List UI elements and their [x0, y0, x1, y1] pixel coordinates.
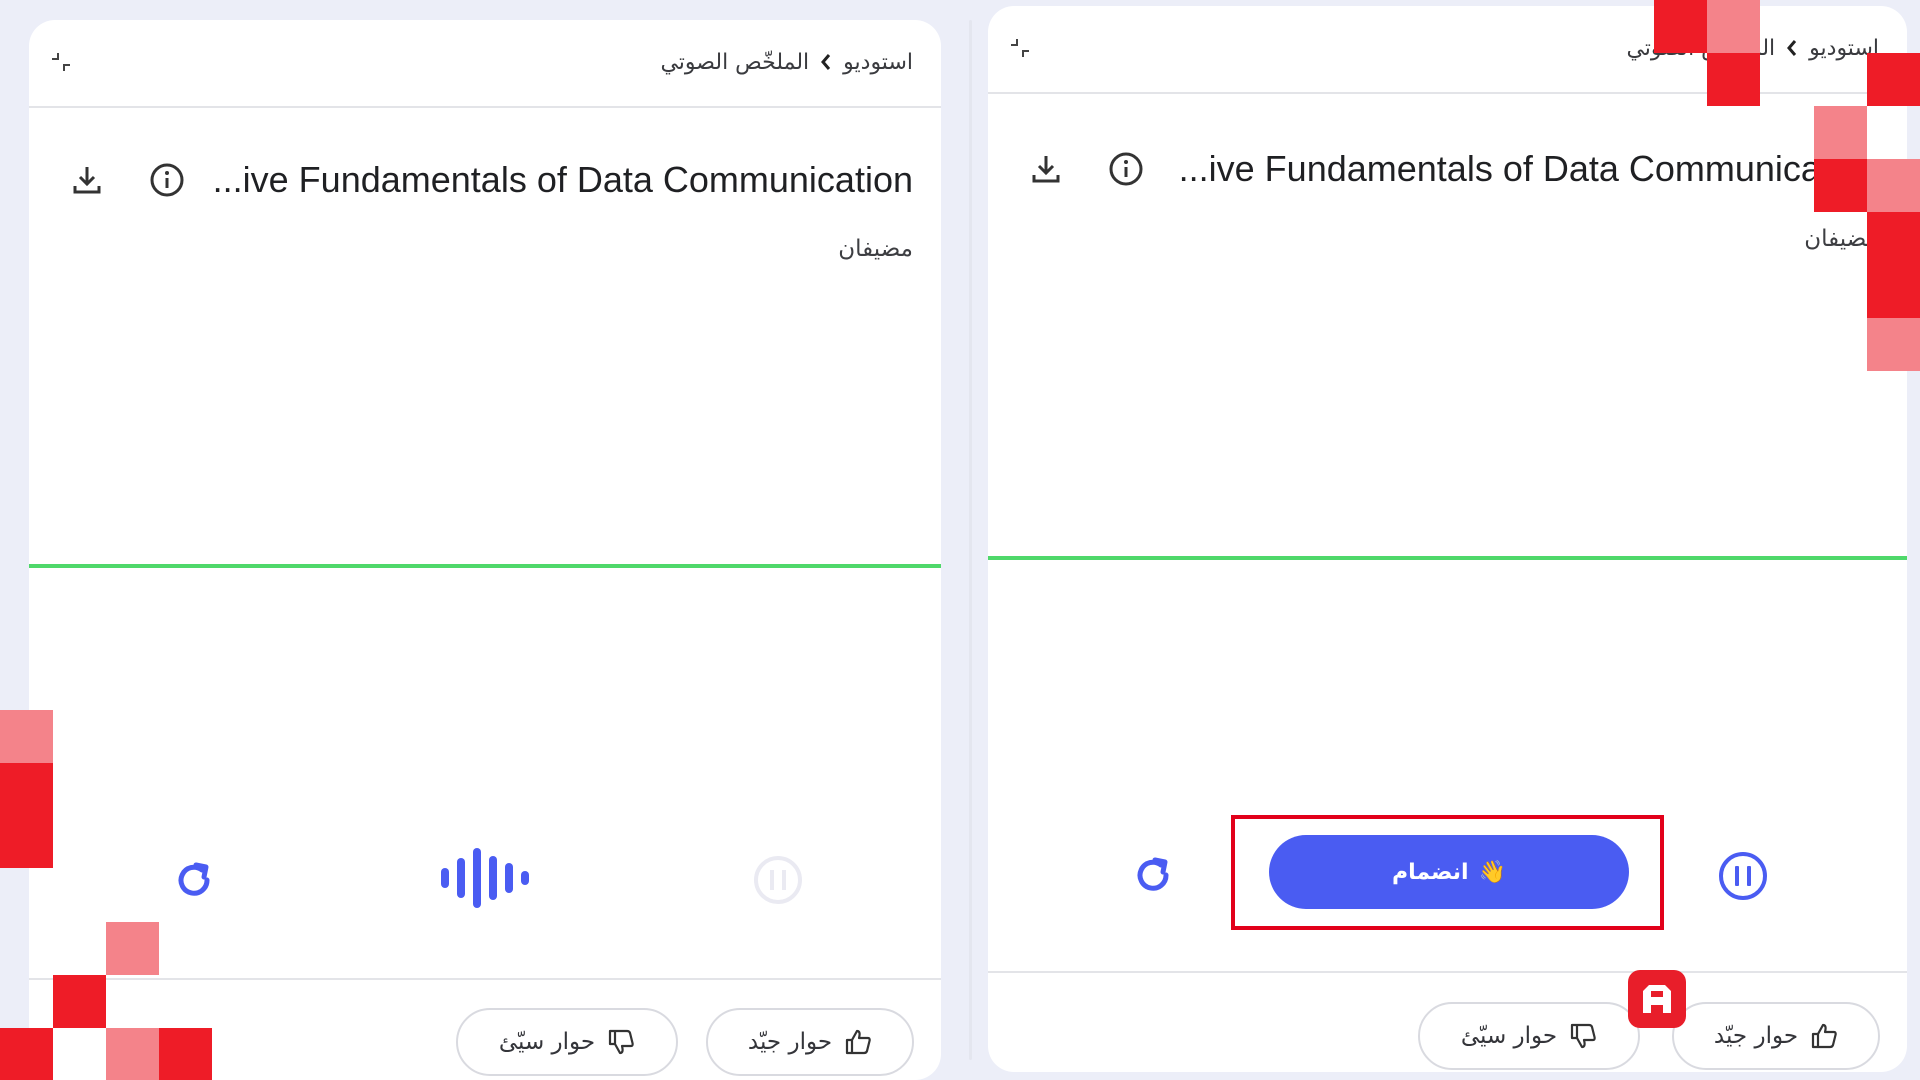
pixel-block: [0, 763, 53, 868]
good-dialogue-label: حوار جيّد: [747, 1029, 833, 1055]
thumbs-up-icon: [1811, 1023, 1837, 1049]
chevron-left-icon: [821, 54, 831, 70]
info-icon[interactable]: [149, 162, 185, 198]
info-icon[interactable]: [1108, 151, 1144, 187]
pixel-block: [1814, 106, 1867, 159]
thumbs-down-icon: [609, 1029, 634, 1055]
pixel-block: [1867, 212, 1920, 318]
bad-dialogue-button[interactable]: حوار سيّئ: [1418, 1002, 1640, 1070]
breadcrumb-root[interactable]: استوديو: [843, 50, 913, 75]
good-dialogue-button[interactable]: حوار جيّد: [1672, 1002, 1880, 1070]
logo-badge: [1628, 970, 1686, 1028]
hosts-label: مضيفان: [838, 236, 913, 262]
notebook-title: ...ive Fundamentals of Data Communicatio…: [212, 159, 913, 200]
audio-waveform: [29, 564, 941, 568]
screenshot-stage: استوديو الملخّص الصوتي ...ive Fundamenta…: [0, 0, 1920, 1080]
highlight-box: [1231, 815, 1664, 930]
good-dialogue-button[interactable]: حوار جيّد: [706, 1008, 914, 1076]
pixel-block: [106, 1028, 159, 1080]
pixel-block: [0, 1028, 53, 1080]
thumbs-down-icon: [1571, 1023, 1596, 1049]
breadcrumb-current: الملخّص الصوتي: [660, 49, 810, 75]
pixel-block: [1707, 53, 1760, 106]
pause-icon[interactable]: [1718, 851, 1768, 901]
pixel-block: [1867, 318, 1920, 371]
notebook-title: ...ive Fundamentals of Data Communicatio…: [1178, 148, 1879, 189]
replay-icon[interactable]: [1128, 850, 1178, 900]
title-actions: [69, 162, 185, 198]
download-icon[interactable]: [69, 162, 105, 198]
pixel-block: [1654, 0, 1707, 53]
replay-icon[interactable]: [169, 855, 219, 905]
audio-overview-panel-left: استوديو الملخّص الصوتي ...ive Fundamenta…: [29, 20, 941, 1080]
pixel-block: [0, 710, 53, 763]
chevron-left-icon: [1787, 40, 1797, 56]
pixel-block: [1707, 0, 1760, 53]
pixel-block: [1814, 159, 1867, 212]
pixel-block: [106, 922, 159, 975]
panel-header: استوديو الملخّص الصوتي: [29, 20, 941, 108]
pixel-block: [1867, 53, 1920, 106]
audio-wave-icon[interactable]: [438, 845, 532, 911]
pixel-block: [1867, 159, 1920, 212]
logo-glyph: [1643, 985, 1671, 1013]
collapse-icon[interactable]: [1008, 36, 1032, 60]
pause-icon: [754, 856, 802, 904]
bad-dialogue-button[interactable]: حوار سيّئ: [456, 1008, 678, 1076]
panel-header: استوديو الملخّص الصوتي: [988, 6, 1907, 94]
audio-overview-panel-right: استوديو الملخّص الصوتي ...ive Fundamenta…: [988, 6, 1907, 1072]
footer-divider: [988, 971, 1907, 973]
collapse-icon[interactable]: [49, 50, 73, 74]
bad-dialogue-label: حوار سيّئ: [1460, 1023, 1558, 1049]
title-actions: [1028, 151, 1144, 187]
title-row: ...ive Fundamentals of Data Communicatio…: [1028, 139, 1879, 199]
footer-divider: [29, 978, 941, 980]
title-row: ...ive Fundamentals of Data Communicatio…: [69, 150, 913, 210]
breadcrumb: استوديو الملخّص الصوتي: [660, 44, 913, 80]
pixel-block: [53, 975, 106, 1028]
panel-separator: [969, 20, 972, 1060]
pixel-block: [159, 1028, 212, 1080]
bad-dialogue-label: حوار سيّئ: [498, 1029, 596, 1055]
download-icon[interactable]: [1028, 151, 1064, 187]
good-dialogue-label: حوار جيّد: [1713, 1023, 1799, 1049]
audio-waveform: [988, 556, 1907, 560]
thumbs-up-icon: [845, 1029, 871, 1055]
